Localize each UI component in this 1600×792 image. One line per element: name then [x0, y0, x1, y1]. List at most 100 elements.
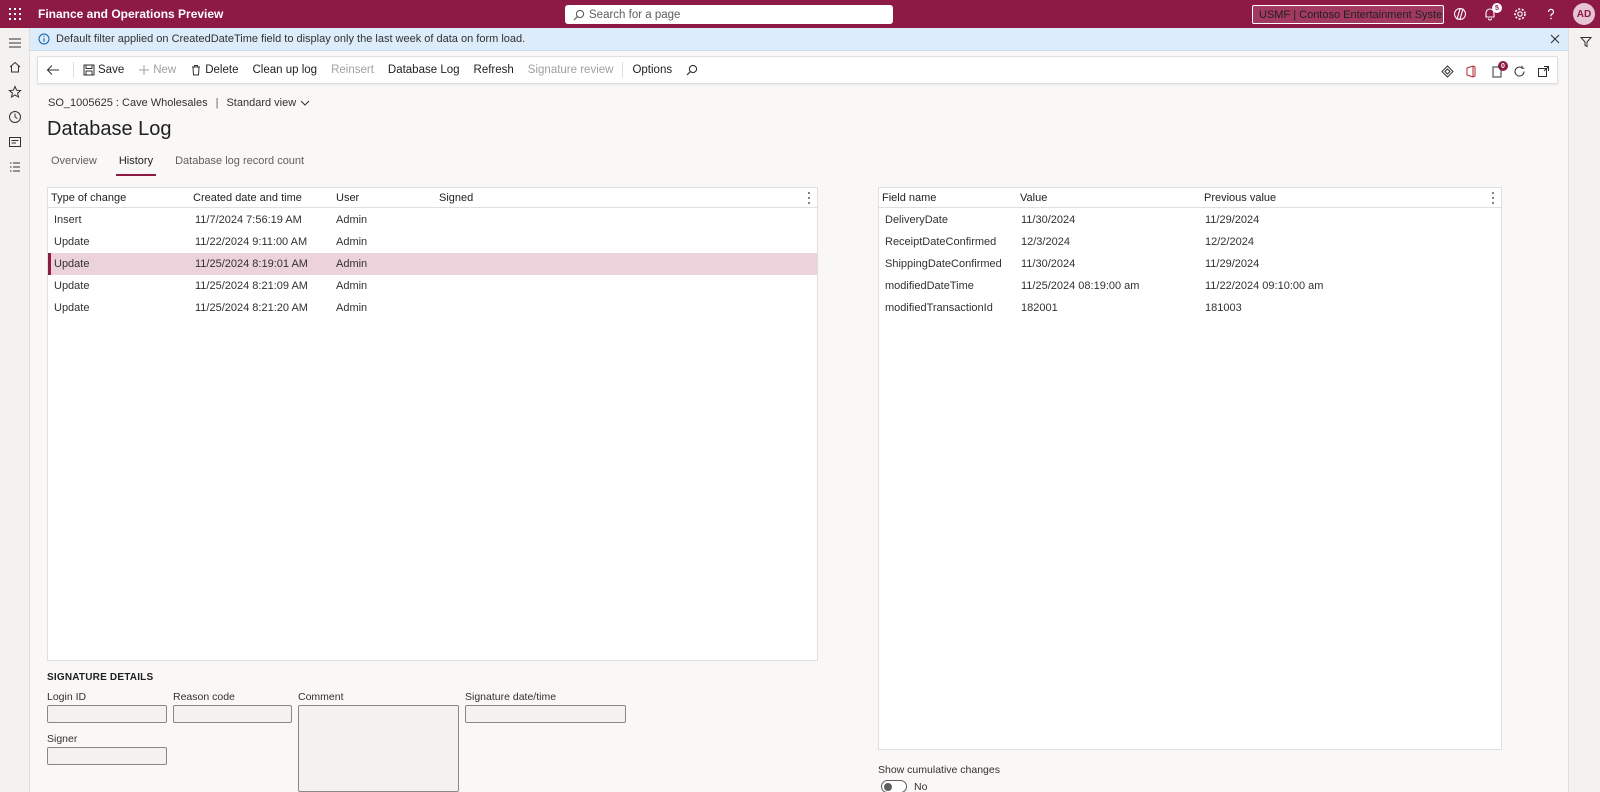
cell-field-name: DeliveryDate [885, 214, 948, 226]
help-icon[interactable] [1543, 6, 1559, 22]
comment-textarea[interactable] [298, 705, 459, 792]
left-navigation [0, 28, 30, 792]
cell-field-name: modifiedTransactionId [885, 302, 993, 314]
reinsert-button[interactable]: Reinsert [324, 56, 381, 84]
tab-database-log-record-count[interactable]: Database log record count [172, 153, 307, 173]
new-button[interactable]: New [131, 56, 183, 84]
cell-previous-value: 11/22/2024 09:10:00 am [1205, 280, 1324, 292]
settings-gear-icon[interactable] [1512, 6, 1528, 22]
filter-icon[interactable] [1578, 34, 1594, 50]
app-launcher-icon[interactable] [0, 0, 30, 28]
recent-clock-icon[interactable] [7, 109, 23, 125]
table-row-selected[interactable]: Update 11/25/2024 8:19:01 AM Admin [48, 253, 817, 275]
new-label: New [153, 64, 177, 76]
clean-up-log-button[interactable]: Clean up log [245, 56, 324, 84]
table-row[interactable]: Update 11/25/2024 8:21:20 AM Admin [48, 297, 817, 319]
global-search-input[interactable]: Search for a page [565, 5, 893, 24]
table-row[interactable]: Update 11/22/2024 9:11:00 AM Admin [48, 231, 817, 253]
login-id-label: Login ID [47, 691, 87, 703]
trash-icon [192, 65, 201, 76]
cell-value: 11/25/2024 08:19:00 am [1021, 280, 1140, 292]
signature-details-heading: SIGNATURE DETAILS [47, 672, 154, 683]
attachments-icon[interactable]: 0 [1489, 61, 1508, 79]
show-cumulative-changes-toggle[interactable] [881, 780, 907, 792]
cell-created: 11/25/2024 8:21:20 AM [195, 302, 308, 314]
column-created-date-time[interactable]: Created date and time [193, 188, 302, 208]
search-icon [573, 9, 585, 20]
cell-field-name: ReceiptDateConfirmed [885, 236, 997, 248]
column-signed[interactable]: Signed [439, 188, 473, 208]
cell-value: 12/3/2024 [1021, 236, 1070, 248]
column-value[interactable]: Value [1020, 188, 1047, 208]
cell-created: 11/25/2024 8:19:01 AM [195, 258, 308, 270]
signature-datetime-field[interactable] [465, 705, 626, 723]
delete-button[interactable]: Delete [183, 56, 245, 84]
refresh-page-icon[interactable] [1511, 63, 1527, 79]
signature-datetime-label: Signature date/time [465, 691, 557, 703]
toggle-value-text: No [914, 781, 928, 792]
separator [622, 62, 624, 78]
modules-list-icon[interactable] [7, 159, 23, 175]
cell-type: Update [54, 302, 90, 314]
cell-type: Update [54, 236, 90, 248]
view-selector[interactable]: Standard view [226, 97, 296, 109]
close-banner-icon[interactable] [1548, 32, 1562, 46]
cell-user: Admin [336, 258, 368, 270]
hamburger-menu-icon[interactable] [7, 35, 23, 51]
cell-previous-value: 12/2/2024 [1205, 236, 1254, 248]
table-row[interactable]: modifiedDateTime 11/25/2024 08:19:00 am … [879, 275, 1501, 297]
back-button[interactable] [38, 56, 71, 84]
save-button[interactable]: Save [76, 56, 131, 84]
database-log-button[interactable]: Database Log [381, 56, 467, 84]
user-avatar[interactable]: AD [1573, 3, 1595, 25]
signer-field[interactable] [47, 747, 167, 765]
login-id-field[interactable] [47, 705, 167, 723]
cell-user: Admin [336, 302, 368, 314]
open-new-window-icon[interactable] [1535, 63, 1551, 79]
cell-user: Admin [336, 214, 368, 226]
column-field-name[interactable]: Field name [882, 188, 936, 208]
home-icon[interactable] [7, 59, 23, 75]
breadcrumb: SO_1005625 : Cave Wholesales | Standard … [48, 97, 310, 109]
reason-code-field[interactable] [173, 705, 292, 723]
cell-value: 182001 [1021, 302, 1058, 314]
cell-field-name: modifiedDateTime [885, 280, 974, 292]
history-grid: Type of change Created date and time Use… [47, 187, 818, 661]
copilot-icon[interactable] [1452, 6, 1468, 22]
power-apps-icon[interactable] [1439, 63, 1455, 79]
company-picker[interactable]: USMF | Contoso Entertainment Syste... [1252, 5, 1444, 24]
workspaces-icon[interactable] [7, 134, 23, 150]
grid-options-more-icon[interactable] [1492, 192, 1495, 204]
signature-review-button[interactable]: Signature review [521, 56, 621, 84]
selected-row-marker [48, 253, 51, 275]
column-previous-value[interactable]: Previous value [1204, 188, 1276, 208]
table-row[interactable]: ReceiptDateConfirmed 12/3/2024 12/2/2024 [879, 231, 1501, 253]
plus-icon [139, 65, 150, 75]
cell-created: 11/22/2024 9:11:00 AM [195, 236, 308, 248]
table-row[interactable]: Insert 11/7/2024 7:56:19 AM Admin [48, 209, 817, 231]
reason-code-label: Reason code [173, 691, 235, 703]
grid-options-more-icon[interactable] [808, 192, 811, 204]
table-row[interactable]: modifiedTransactionId 182001 181003 [879, 297, 1501, 319]
table-row[interactable]: DeliveryDate 11/30/2024 11/29/2024 [879, 209, 1501, 231]
tab-history[interactable]: History [115, 153, 157, 176]
cell-user: Admin [336, 280, 368, 292]
tab-overview[interactable]: Overview [48, 153, 100, 173]
chevron-down-icon[interactable] [300, 99, 310, 107]
delete-label: Delete [205, 64, 239, 76]
notifications-icon[interactable]: 5 [1482, 3, 1502, 22]
office-icon[interactable] [1463, 63, 1479, 79]
refresh-button[interactable]: Refresh [467, 56, 521, 84]
cell-created: 11/25/2024 8:21:09 AM [195, 280, 308, 292]
column-type-of-change[interactable]: Type of change [51, 188, 126, 208]
favorites-star-icon[interactable] [7, 84, 23, 100]
action-search-button[interactable] [679, 56, 708, 84]
separator [73, 62, 74, 78]
history-grid-header: Type of change Created date and time Use… [48, 188, 817, 208]
table-row[interactable]: Update 11/25/2024 8:21:09 AM Admin [48, 275, 817, 297]
options-tab[interactable]: Options [625, 56, 679, 84]
column-user[interactable]: User [336, 188, 359, 208]
table-row[interactable]: ShippingDateConfirmed 11/30/2024 11/29/2… [879, 253, 1501, 275]
app-title[interactable]: Finance and Operations Preview [38, 7, 223, 21]
cell-user: Admin [336, 236, 368, 248]
